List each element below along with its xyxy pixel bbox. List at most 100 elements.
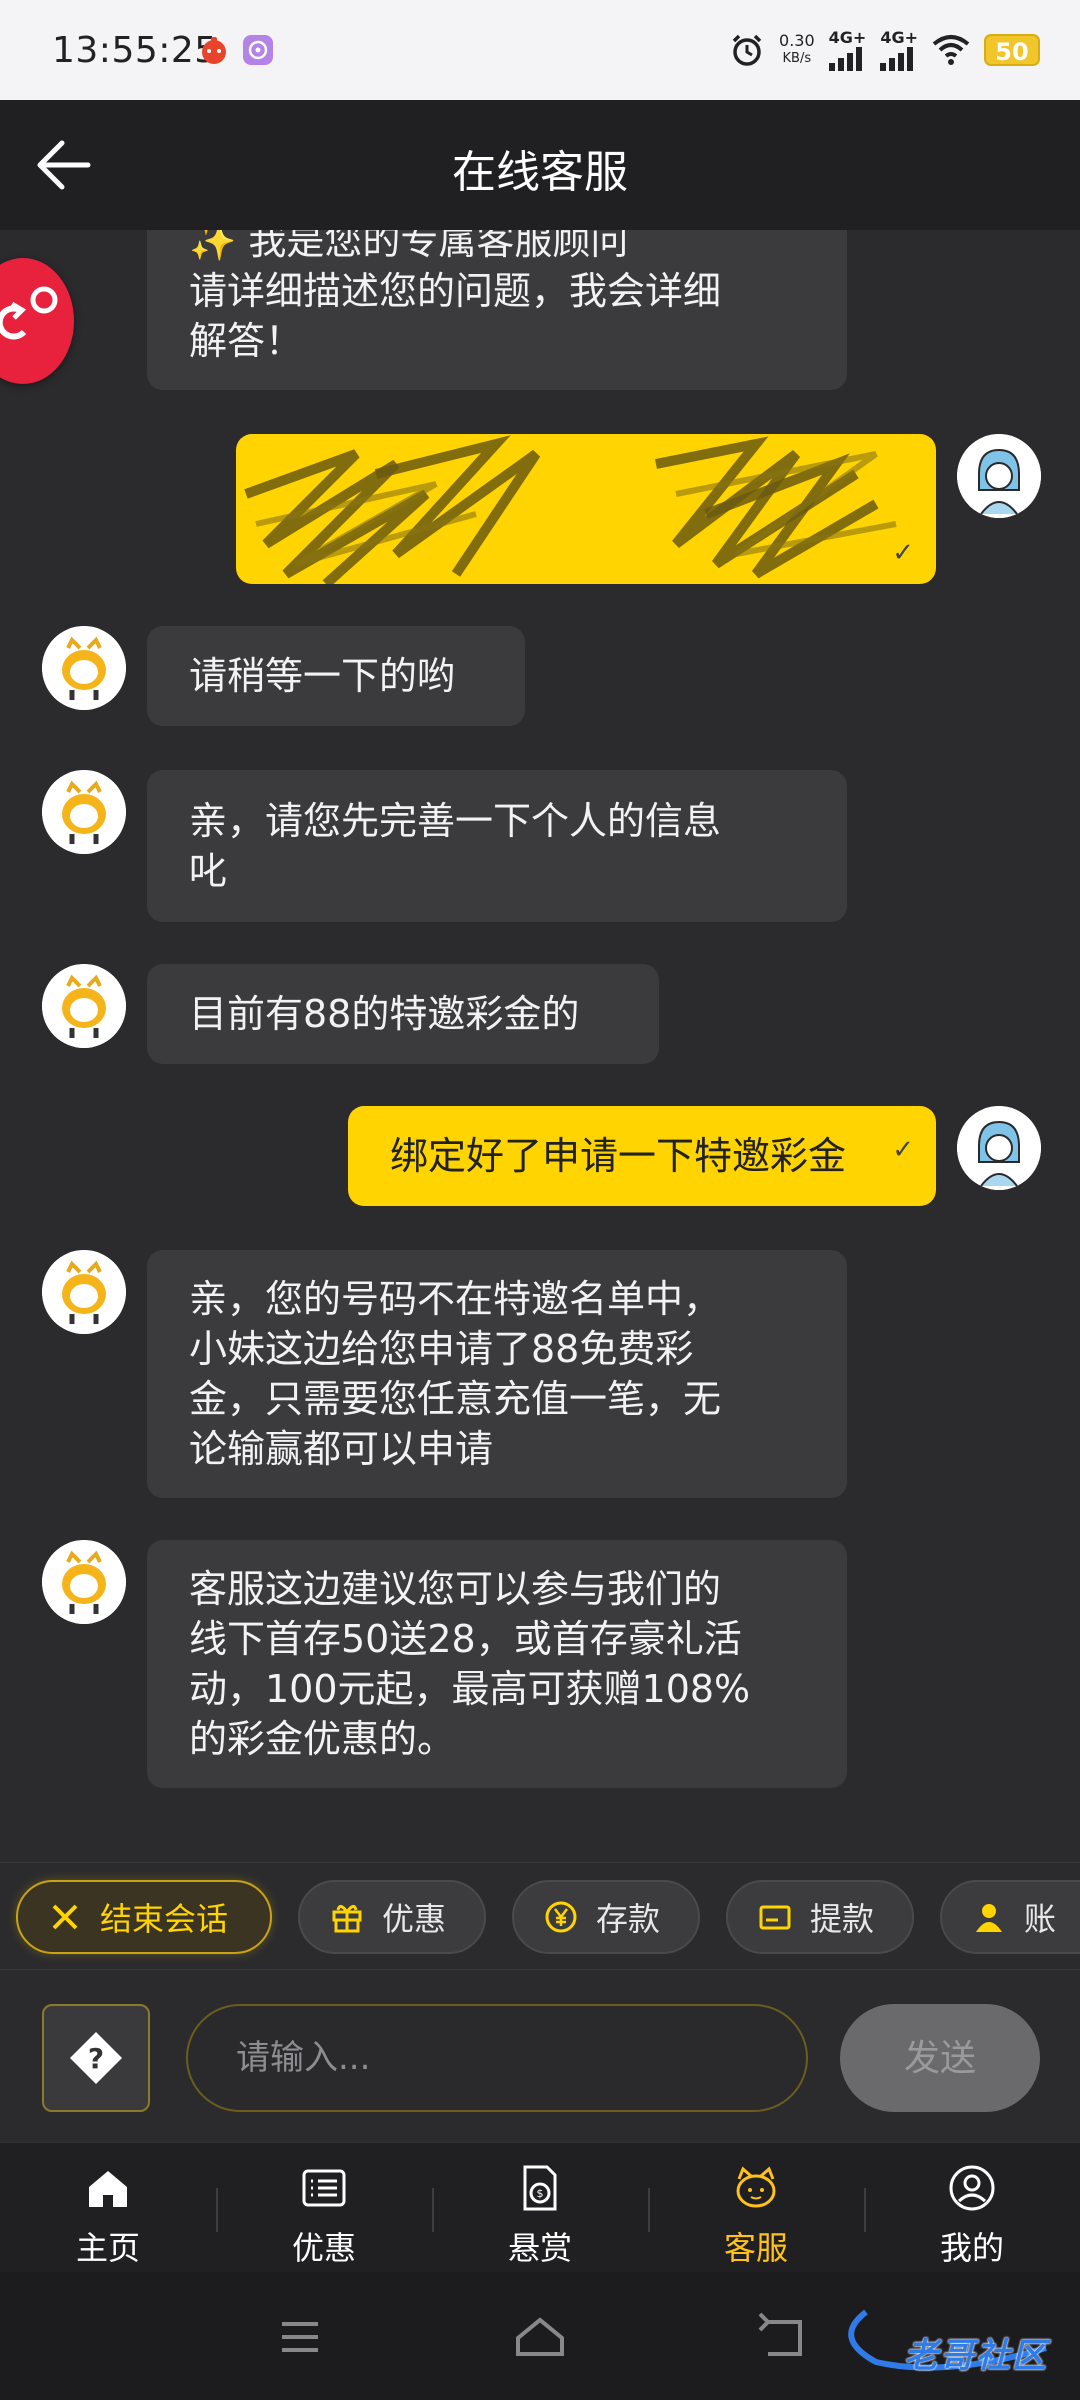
nav-label: 悬赏 bbox=[507, 2229, 572, 2267]
back-system-icon[interactable] bbox=[752, 2312, 812, 2362]
signal-type-1: 4G+ bbox=[828, 28, 867, 47]
nav-home[interactable]: 主页 bbox=[0, 2143, 216, 2273]
promotions-chip[interactable]: 优惠 bbox=[298, 1880, 486, 1954]
message-line: 论输赢都可以申请 bbox=[189, 1427, 494, 1471]
help-button[interactable]: ? bbox=[42, 2004, 150, 2112]
net-unit: KB/s bbox=[782, 50, 812, 66]
nav-label: 优惠 bbox=[291, 2229, 356, 2267]
agent-mascot-icon bbox=[42, 770, 126, 854]
quick-actions-bar[interactable]: 结束会话 优惠 存款 提款 账 bbox=[0, 1862, 1080, 1970]
floating-refresh-button[interactable] bbox=[0, 258, 74, 384]
message-line: 亲，您的号码不在特邀名单中， bbox=[189, 1277, 722, 1321]
redaction-scribble bbox=[244, 435, 897, 584]
status-bar: 13:55:25 0.30 KB/s 4G+ 4G+ 50 bbox=[0, 0, 1080, 100]
chip-label: 提款 bbox=[810, 1900, 875, 1938]
nav-promotions[interactable]: 优惠 bbox=[216, 2143, 432, 2273]
message-line: 动，100元起，最高可获赠108% bbox=[189, 1667, 751, 1711]
card-icon bbox=[759, 1905, 791, 1930]
message-line: 的彩金优惠的。 bbox=[189, 1717, 456, 1761]
account-chip[interactable]: 账 bbox=[940, 1880, 1080, 1954]
net-speed: 0.30 bbox=[779, 30, 815, 50]
watermark-logo: 老哥社区 bbox=[836, 2294, 1066, 2378]
page-title: 在线客服 bbox=[452, 147, 628, 198]
chip-label: 账 bbox=[1024, 1900, 1057, 1938]
read-check-icon: ✓ bbox=[892, 538, 914, 568]
chat-history[interactable]: ✨ 我是您的专属客服顾问 请详细描述您的问题，我会详细 解答！ ✓ 请稍等一下的… bbox=[0, 230, 1080, 1862]
agent-message: 请稍等一下的哟 bbox=[147, 626, 525, 726]
end-chat-button[interactable]: 结束会话 bbox=[16, 1880, 272, 1954]
deposit-chip[interactable]: 存款 bbox=[512, 1880, 700, 1954]
agent-mascot-icon bbox=[42, 626, 126, 710]
agent-mascot-icon bbox=[42, 1250, 126, 1334]
read-check-icon: ✓ bbox=[892, 1135, 914, 1165]
chip-label: 结束会话 bbox=[100, 1900, 229, 1938]
svg-text:$: $ bbox=[537, 2187, 544, 2200]
message-line: 解答！ bbox=[189, 319, 304, 363]
customer-service-icon bbox=[736, 2166, 776, 2208]
nav-customer-service[interactable]: 客服 bbox=[648, 2143, 864, 2273]
message-line: 请稍等一下的哟 bbox=[189, 654, 456, 698]
alarm-icon bbox=[732, 34, 762, 66]
agent-message: ✨ 我是您的专属客服顾问 请详细描述您的问题，我会详细 解答！ bbox=[147, 230, 847, 390]
profile-icon bbox=[949, 2165, 995, 2211]
yen-coin-icon bbox=[545, 1901, 577, 1933]
menu-icon[interactable] bbox=[270, 2312, 330, 2362]
list-icon bbox=[302, 2169, 346, 2207]
notification-app-icon bbox=[202, 37, 226, 64]
message-line: 绑定好了申请一下特邀彩金 bbox=[390, 1134, 847, 1178]
nav-label: 主页 bbox=[75, 2229, 140, 2267]
agent-mascot-icon bbox=[42, 1540, 126, 1624]
document-coin-icon: $ bbox=[523, 2165, 557, 2211]
agent-mascot-icon bbox=[42, 964, 126, 1048]
message-line: 线下首存50送28，或首存豪礼活 bbox=[189, 1617, 742, 1661]
chip-label: 优惠 bbox=[382, 1900, 447, 1938]
message-input[interactable] bbox=[186, 2004, 808, 2112]
message-line: 小妹这边给您申请了88免费彩 bbox=[189, 1327, 694, 1371]
message-line: ✨ 我是您的专属客服顾问 bbox=[189, 230, 629, 263]
user-message: 绑定好了申请一下特邀彩金 ✓ bbox=[348, 1106, 936, 1206]
status-time: 13:55:25 bbox=[52, 30, 218, 71]
message-line: 金，只需要您任意充值一笔，无 bbox=[189, 1377, 722, 1421]
user-avatar-icon bbox=[957, 1106, 1041, 1190]
home-system-icon[interactable] bbox=[510, 2312, 570, 2362]
agent-avatar bbox=[42, 964, 126, 1048]
message-line: 客服这边建议您可以参与我们的 bbox=[189, 1567, 722, 1611]
user-message-redacted: ✓ bbox=[236, 434, 936, 584]
system-navigation-bar: 老哥社区 bbox=[0, 2272, 1080, 2400]
refresh-icon bbox=[0, 286, 58, 340]
agent-message: 目前有88的特邀彩金的 bbox=[147, 964, 659, 1064]
nav-label: 客服 bbox=[723, 2229, 788, 2267]
user-avatar-icon bbox=[957, 434, 1041, 518]
withdraw-chip[interactable]: 提款 bbox=[726, 1880, 914, 1954]
agent-message: 亲，您的号码不在特邀名单中， 小妹这边给您申请了88免费彩 金，只需要您任意充值… bbox=[147, 1250, 847, 1498]
app-screen: 13:55:25 0.30 KB/s 4G+ 4G+ 50 在线客服 ✨ 我是您的… bbox=[0, 0, 1080, 2400]
nav-rewards[interactable]: $ 悬赏 bbox=[432, 2143, 648, 2273]
app-header: 在线客服 bbox=[0, 100, 1080, 230]
message-line: 目前有88的特邀彩金的 bbox=[189, 992, 580, 1036]
agent-avatar bbox=[42, 1250, 126, 1334]
bottom-navigation: 主页 优惠 $ 悬赏 客服 我的 bbox=[0, 2142, 1080, 2272]
home-icon bbox=[89, 2171, 127, 2207]
signal-bars-icon bbox=[828, 47, 862, 71]
chip-label: 存款 bbox=[596, 1900, 661, 1938]
notification-app-icon-2 bbox=[243, 35, 273, 65]
message-line: 请详细描述您的问题，我会详细 bbox=[189, 269, 722, 313]
message-line: 叱 bbox=[189, 849, 228, 893]
user-avatar bbox=[957, 434, 1041, 518]
user-avatar bbox=[957, 1106, 1041, 1190]
svg-text:?: ? bbox=[88, 2042, 104, 2075]
message-composer: ? 发送 bbox=[0, 1970, 1080, 2142]
send-button[interactable]: 发送 bbox=[840, 2004, 1040, 2112]
watermark-text: 老哥社区 bbox=[904, 2336, 1048, 2376]
message-line: 亲，请您先完善一下个人的信息 bbox=[189, 799, 722, 843]
agent-avatar bbox=[42, 1540, 126, 1624]
nav-profile[interactable]: 我的 bbox=[864, 2143, 1080, 2273]
agent-message: 亲，请您先完善一下个人的信息 叱 bbox=[147, 770, 847, 922]
signal-bars-icon-2 bbox=[880, 47, 914, 71]
signal-type-2: 4G+ bbox=[880, 28, 918, 47]
agent-message: 客服这边建议您可以参与我们的 线下首存50送28，或首存豪礼活 动，100元起，… bbox=[147, 1540, 847, 1788]
agent-avatar bbox=[42, 770, 126, 854]
user-icon bbox=[976, 1904, 1002, 1932]
agent-avatar bbox=[42, 626, 126, 710]
gift-icon bbox=[332, 1905, 362, 1933]
